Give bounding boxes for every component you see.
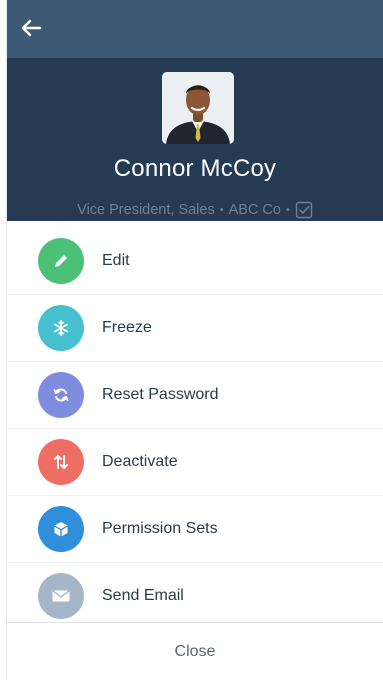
top-bar <box>7 0 383 58</box>
snowflake-icon <box>38 305 84 351</box>
avatar <box>162 72 234 144</box>
user-company: ABC Co <box>228 202 281 218</box>
close-button[interactable]: Close <box>7 622 383 681</box>
user-subtitle: Vice President, Sales • ABC Co • <box>7 201 383 219</box>
reset-password-action[interactable]: Reset Password <box>7 362 383 429</box>
edit-action-label: Edit <box>102 252 130 269</box>
user-header: Connor McCoy Vice President, Sales • ABC… <box>7 58 383 221</box>
send-email-action-label: Send Email <box>102 587 184 604</box>
separator-dot: • <box>219 204 224 216</box>
reset-password-action-label: Reset Password <box>102 386 219 403</box>
permission-sets-action[interactable]: Permission Sets <box>7 496 383 563</box>
user-job-title: Vice President, Sales <box>77 202 215 218</box>
actions-list: Edit Freeze Reset Password Deactivate Pe… <box>7 228 383 629</box>
arrow-left-icon <box>19 16 43 45</box>
deactivate-action-label: Deactivate <box>102 453 178 470</box>
pencil-icon <box>38 238 84 284</box>
freeze-action-label: Freeze <box>102 319 152 336</box>
permission-sets-action-label: Permission Sets <box>102 520 218 537</box>
freeze-action[interactable]: Freeze <box>7 295 383 362</box>
arrows-up-down-icon <box>38 439 84 485</box>
close-button-label: Close <box>174 643 216 660</box>
cube-icon <box>38 506 84 552</box>
separator-dot: • <box>285 204 290 216</box>
refresh-icon <box>38 372 84 418</box>
user-actions-panel: Connor McCoy Vice President, Sales • ABC… <box>6 0 383 681</box>
send-email-action[interactable]: Send Email <box>7 563 383 629</box>
user-name: Connor McCoy <box>113 155 277 182</box>
envelope-icon <box>38 573 84 619</box>
deactivate-action[interactable]: Deactivate <box>7 429 383 496</box>
edit-action[interactable]: Edit <box>7 228 383 295</box>
checkbox-checked-icon <box>295 201 313 219</box>
back-button[interactable] <box>17 16 45 44</box>
